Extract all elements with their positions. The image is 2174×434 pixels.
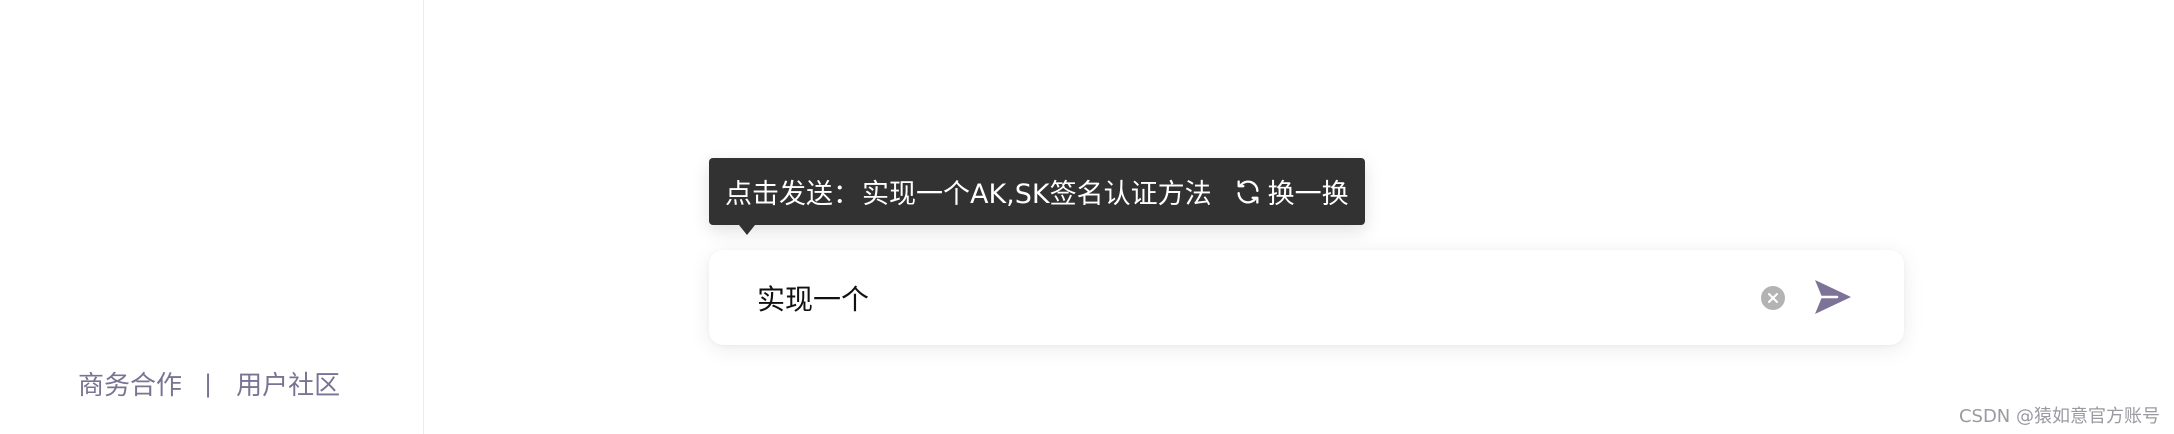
- suggestion-tooltip: 点击发送： 实现一个AK,SK签名认证方法 换一换: [709, 158, 1365, 235]
- watermark-text: CSDN @猿如意官方账号: [1958, 406, 2160, 427]
- send-arrow-icon[interactable]: [1813, 278, 1853, 316]
- prompt-input[interactable]: [757, 250, 1757, 345]
- swap-label: 换一换: [1267, 179, 1349, 210]
- business-cooperation-link[interactable]: 商务合作: [78, 365, 182, 402]
- page-root: 商务合作 | 用户社区 点击发送： 实现一个AK,SK签名认证方法 换一换 实现…: [0, 0, 2174, 434]
- clear-circle-icon[interactable]: [1760, 285, 1786, 311]
- footer-separator: |: [204, 369, 213, 398]
- sidebar-footer-links: 商务合作 | 用户社区: [78, 365, 340, 402]
- suggestion-text[interactable]: 实现一个AK,SK签名认证方法: [862, 172, 1212, 211]
- sidebar: 商务合作 | 用户社区: [0, 0, 424, 434]
- refresh-icon: [1237, 179, 1259, 204]
- swap-suggestion-button[interactable]: 换一换: [1234, 172, 1349, 211]
- tooltip-prefix: 点击发送：: [725, 179, 860, 210]
- prompt-input-card: [709, 250, 1904, 345]
- user-community-link[interactable]: 用户社区: [236, 365, 340, 402]
